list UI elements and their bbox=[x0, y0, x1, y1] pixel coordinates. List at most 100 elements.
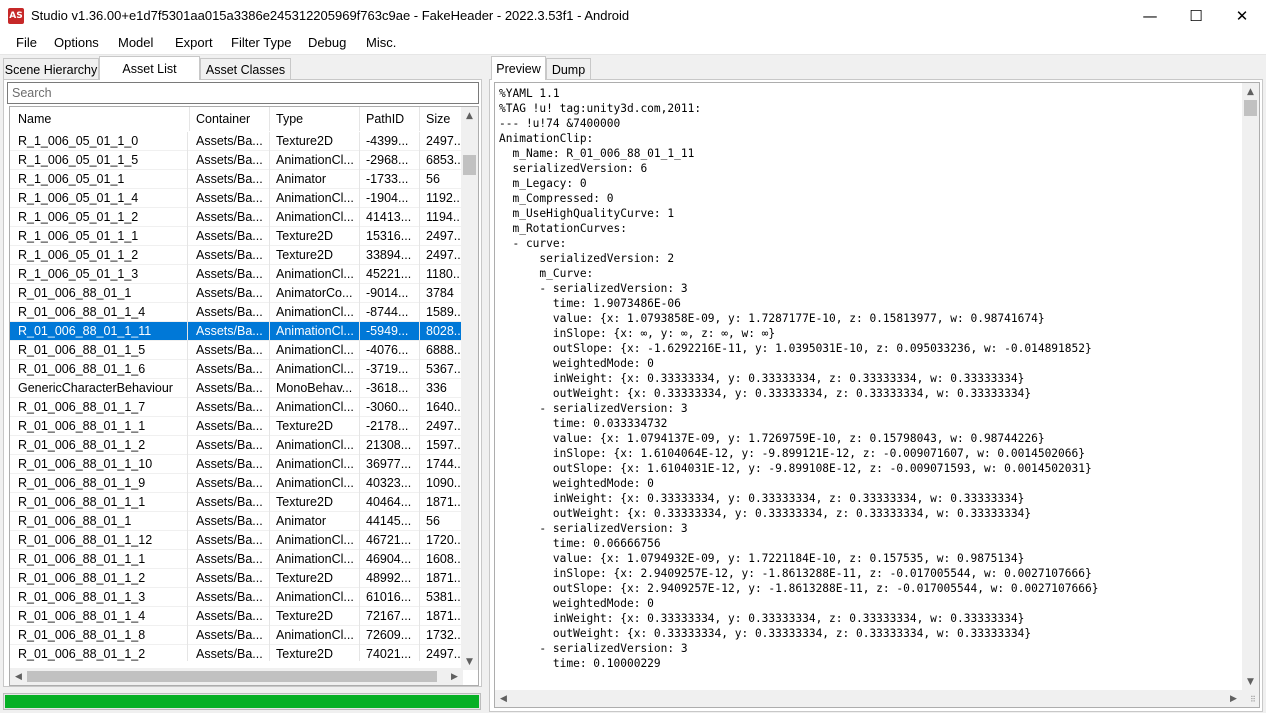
asset-list-vertical-scrollbar[interactable]: ▲ ▼ bbox=[461, 107, 478, 670]
menu-filter-type[interactable]: Filter Type bbox=[231, 35, 291, 50]
table-row[interactable]: R_01_006_88_01_1_6 Assets/Ba... AnimationC… bbox=[10, 360, 463, 379]
cell-name: R_01_006_88_01_1_12 bbox=[12, 531, 188, 550]
panel-splitter[interactable] bbox=[482, 56, 487, 713]
menu-file[interactable]: File bbox=[16, 35, 37, 50]
resize-grip-icon[interactable]: ⠿ bbox=[1250, 696, 1262, 710]
cell-pathid: -1733... bbox=[360, 170, 420, 189]
table-row-selected[interactable]: R_01_006_88_01_1_11 Assets/Ba... Animation… bbox=[10, 322, 463, 341]
menu-debug[interactable]: Debug bbox=[308, 35, 346, 50]
tab-preview[interactable]: Preview bbox=[491, 56, 546, 80]
cell-size: 1180... bbox=[420, 265, 463, 284]
tab-asset-classes[interactable]: Asset Classes bbox=[200, 58, 291, 80]
table-row[interactable]: R_01_006_88_01_1_2 Assets/Ba... Texture2D 4… bbox=[10, 569, 463, 588]
table-row[interactable]: R_01_006_88_01_1_12 Assets/Ba... Animation… bbox=[10, 531, 463, 550]
scroll-up-arrow-icon[interactable]: ▲ bbox=[461, 107, 478, 124]
table-row[interactable]: R_1_006_05_01_1_5 Assets/Ba... AnimationCl… bbox=[10, 151, 463, 170]
cell-size: 1744... bbox=[420, 455, 463, 474]
cell-type: Texture2D bbox=[270, 569, 360, 588]
progress-bar-fill bbox=[5, 695, 479, 708]
table-row[interactable]: R_01_006_88_01_1_1 Assets/Ba... Texture2D 4… bbox=[10, 493, 463, 512]
menu-options[interactable]: Options bbox=[54, 35, 99, 50]
cell-container: Assets/Ba... bbox=[190, 246, 270, 265]
table-row[interactable]: R_01_006_88_01_1_2 Assets/Ba... Texture2D 7… bbox=[10, 645, 463, 661]
cell-pathid: -3618... bbox=[360, 379, 420, 398]
scroll-down-arrow-icon[interactable]: ▼ bbox=[461, 653, 478, 670]
preview-horizontal-scrollbar[interactable]: ◀ ▶ bbox=[495, 690, 1242, 707]
cell-name: R_01_006_88_01_1_1 bbox=[12, 550, 188, 569]
cell-pathid: 41413... bbox=[360, 208, 420, 227]
table-row[interactable]: R_01_006_88_01_1_8 Assets/Ba... AnimationC… bbox=[10, 626, 463, 645]
preview-line: - curve: bbox=[499, 237, 567, 250]
preview-line: m_Curve: bbox=[499, 267, 594, 280]
column-header-size[interactable]: Size bbox=[420, 107, 463, 131]
scrollbar-thumb[interactable] bbox=[463, 155, 476, 175]
table-row[interactable]: R_01_006_88_01_1_3 Assets/Ba... AnimationC… bbox=[10, 588, 463, 607]
column-header-pathid[interactable]: PathID bbox=[360, 107, 420, 131]
table-row[interactable]: R_01_006_88_01_1_4 Assets/Ba... Texture2D 7… bbox=[10, 607, 463, 626]
cell-pathid: 44145... bbox=[360, 512, 420, 531]
menu-export[interactable]: Export bbox=[175, 35, 213, 50]
cell-type: Texture2D bbox=[270, 417, 360, 436]
table-row[interactable]: R_01_006_88_01_1_1 Assets/Ba... AnimationC… bbox=[10, 550, 463, 569]
table-row[interactable]: R_1_006_05_01_1_3 Assets/Ba... AnimationCl… bbox=[10, 265, 463, 284]
cell-container: Assets/Ba... bbox=[190, 550, 270, 569]
cell-size: 5381... bbox=[420, 588, 463, 607]
cell-type: AnimationCl... bbox=[270, 436, 360, 455]
tab-asset-list[interactable]: Asset List bbox=[99, 56, 200, 80]
table-row[interactable]: R_1_006_05_01_1 Assets/Ba... Animator -1733… bbox=[10, 170, 463, 189]
table-row[interactable]: R_1_006_05_01_1_0 Assets/Ba... Texture2D -4… bbox=[10, 132, 463, 151]
preview-line: time: 0.10000229 bbox=[499, 657, 661, 670]
table-row[interactable]: R_01_006_88_01_1_2 Assets/Ba... AnimationC… bbox=[10, 436, 463, 455]
tab-scene-hierarchy[interactable]: Scene Hierarchy bbox=[3, 58, 99, 80]
table-row[interactable]: R_01_006_88_01_1_1 Assets/Ba... Texture2D -… bbox=[10, 417, 463, 436]
cell-name: R_01_006_88_01_1_2 bbox=[12, 569, 188, 588]
preview-text-area[interactable]: %YAML 1.1 %TAG !u! tag:unity3d.com,2011: -… bbox=[494, 82, 1260, 708]
search-input[interactable]: Search bbox=[7, 82, 479, 104]
menu-misc[interactable]: Misc. bbox=[366, 35, 396, 50]
table-row[interactable]: R_01_006_88_01_1_10 Assets/Ba... Animation… bbox=[10, 455, 463, 474]
menu-model[interactable]: Model bbox=[118, 35, 153, 50]
scroll-left-arrow-icon[interactable]: ◀ bbox=[10, 668, 27, 685]
tab-dump[interactable]: Dump bbox=[546, 58, 591, 80]
preview-line: value: {x: 1.0794932E-09, y: 1.7221184E-… bbox=[499, 552, 1025, 565]
table-row[interactable]: R_01_006_88_01_1_5 Assets/Ba... AnimationC… bbox=[10, 341, 463, 360]
table-row[interactable]: R_01_006_88_01_1 Assets/Ba... AnimatorCo..… bbox=[10, 284, 463, 303]
scroll-left-arrow-icon[interactable]: ◀ bbox=[495, 690, 512, 707]
cell-size: 1192... bbox=[420, 189, 463, 208]
cell-pathid: 33894... bbox=[360, 246, 420, 265]
cell-pathid: 72609... bbox=[360, 626, 420, 645]
table-row[interactable]: R_1_006_05_01_1_1 Assets/Ba... Texture2D 15… bbox=[10, 227, 463, 246]
table-row[interactable]: R_1_006_05_01_1_4 Assets/Ba... AnimationCl… bbox=[10, 189, 463, 208]
table-row[interactable]: R_1_006_05_01_1_2 Assets/Ba... Texture2D 33… bbox=[10, 246, 463, 265]
preview-line: time: 0.06666756 bbox=[499, 537, 661, 550]
maximize-button[interactable]: ☐ bbox=[1173, 0, 1219, 31]
minimize-button[interactable]: — bbox=[1127, 0, 1173, 31]
cell-container: Assets/Ba... bbox=[190, 531, 270, 550]
cell-size: 5367... bbox=[420, 360, 463, 379]
table-row[interactable]: R_01_006_88_01_1_7 Assets/Ba... AnimationC… bbox=[10, 398, 463, 417]
cell-pathid: 48992... bbox=[360, 569, 420, 588]
preview-vertical-scrollbar[interactable]: ▲ ▼ bbox=[1242, 83, 1259, 690]
table-row[interactable]: R_1_006_05_01_1_2 Assets/Ba... AnimationCl… bbox=[10, 208, 463, 227]
column-header-container[interactable]: Container bbox=[190, 107, 270, 131]
preview-line: - serializedVersion: 3 bbox=[499, 522, 688, 535]
cell-size: 2497... bbox=[420, 227, 463, 246]
table-row[interactable]: R_01_006_88_01_1_9 Assets/Ba... AnimationC… bbox=[10, 474, 463, 493]
cell-container: Assets/Ba... bbox=[190, 417, 270, 436]
cell-container: Assets/Ba... bbox=[190, 208, 270, 227]
preview-line: inWeight: {x: 0.33333334, y: 0.33333334,… bbox=[499, 612, 1025, 625]
scrollbar-thumb[interactable] bbox=[1244, 100, 1257, 116]
scroll-right-arrow-icon[interactable]: ▶ bbox=[1225, 690, 1242, 707]
scrollbar-thumb[interactable] bbox=[27, 671, 437, 682]
close-button[interactable]: ✕ bbox=[1219, 0, 1265, 31]
table-row[interactable]: R_01_006_88_01_1_4 Assets/Ba... AnimationC… bbox=[10, 303, 463, 322]
scroll-right-arrow-icon[interactable]: ▶ bbox=[446, 668, 463, 685]
table-row[interactable]: GenericCharacterBehaviour Assets/Ba... Mon… bbox=[10, 379, 463, 398]
column-header-name[interactable]: Name bbox=[12, 107, 190, 131]
scroll-up-arrow-icon[interactable]: ▲ bbox=[1242, 83, 1259, 100]
cell-size: 2497... bbox=[420, 417, 463, 436]
asset-list-horizontal-scrollbar[interactable]: ◀ ▶ bbox=[10, 668, 463, 685]
table-row[interactable]: R_01_006_88_01_1 Assets/Ba... Animator 4414… bbox=[10, 512, 463, 531]
column-header-type[interactable]: Type bbox=[270, 107, 360, 131]
scroll-down-arrow-icon[interactable]: ▼ bbox=[1242, 673, 1259, 690]
